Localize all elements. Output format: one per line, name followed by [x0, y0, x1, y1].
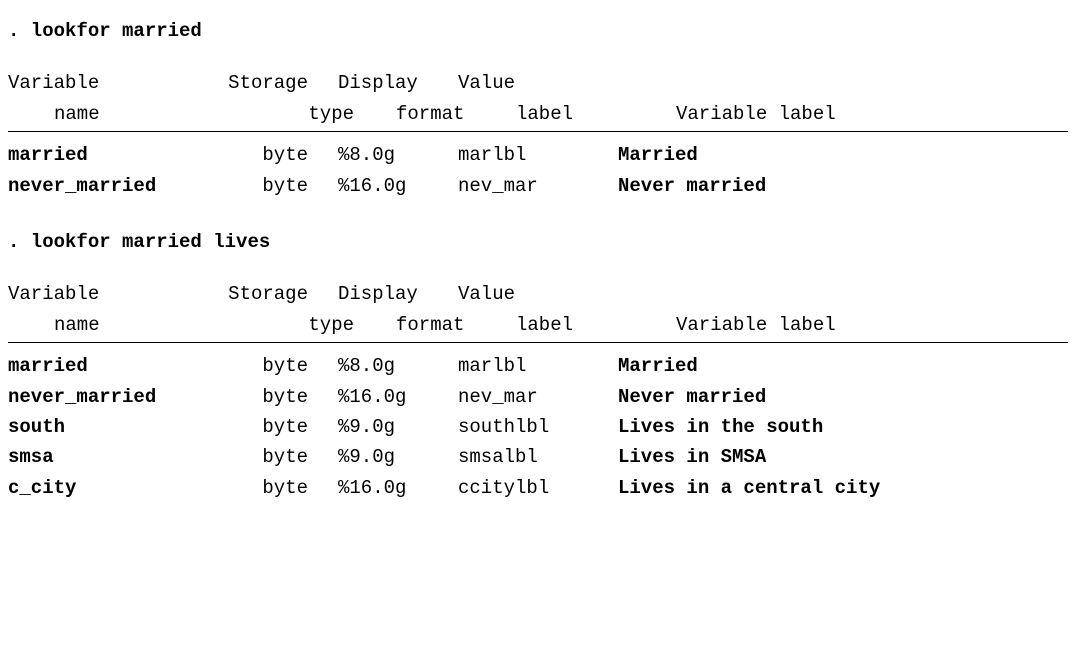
header-value: Value	[458, 279, 618, 309]
header-display: Display	[338, 68, 458, 98]
cell-varname: c_city	[8, 473, 198, 503]
cell-varlbl: Lives in a central city	[618, 473, 1068, 503]
table-header-row: Variable Storage Display Value	[8, 279, 1068, 309]
cell-format: %8.0g	[338, 351, 458, 381]
table-header-row: name type format label Variable label	[8, 310, 1068, 343]
cell-format: %9.0g	[338, 442, 458, 472]
header-varlbl-sub: Variable label	[676, 310, 1068, 340]
cell-varname: married	[8, 140, 198, 170]
header-varlbl-sub: Variable label	[676, 99, 1068, 129]
cell-vallbl: southlbl	[458, 412, 618, 442]
cell-type: byte	[198, 442, 338, 472]
header-varlbl	[618, 68, 1068, 98]
cell-varname: smsa	[8, 442, 198, 472]
header-format-sub: format	[384, 99, 516, 129]
cell-type: byte	[198, 171, 338, 201]
table-header-row: Variable Storage Display Value	[8, 68, 1068, 98]
cell-vallbl: marlbl	[458, 140, 618, 170]
cell-type: byte	[198, 473, 338, 503]
cell-varlbl: Never married	[618, 382, 1068, 412]
header-variable: Variable	[8, 279, 198, 309]
output-section-1: . lookfor married Variable Storage Displ…	[8, 16, 1068, 201]
cell-type: byte	[198, 351, 338, 381]
cell-type: byte	[198, 140, 338, 170]
header-name-sub: name	[8, 310, 244, 340]
table-row: married byte %8.0g marlbl Married	[8, 140, 1068, 170]
command-line: . lookfor married lives	[8, 227, 1068, 257]
header-type-sub: type	[244, 99, 384, 129]
cell-format: %9.0g	[338, 412, 458, 442]
cell-varlbl: Never married	[618, 171, 1068, 201]
header-varlbl	[618, 279, 1068, 309]
cell-vallbl: smsalbl	[458, 442, 618, 472]
cell-vallbl: nev_mar	[458, 171, 618, 201]
header-format-sub: format	[384, 310, 516, 340]
cell-varlbl: Lives in SMSA	[618, 442, 1068, 472]
table-row: c_city byte %16.0g ccitylbl Lives in a c…	[8, 473, 1068, 503]
cell-format: %16.0g	[338, 382, 458, 412]
header-display: Display	[338, 279, 458, 309]
cell-format: %16.0g	[338, 171, 458, 201]
cell-varlbl: Lives in the south	[618, 412, 1068, 442]
header-label-sub: label	[516, 310, 676, 340]
header-value: Value	[458, 68, 618, 98]
header-storage: Storage	[198, 68, 338, 98]
cell-format: %16.0g	[338, 473, 458, 503]
cell-varname: never_married	[8, 382, 198, 412]
table-row: never_married byte %16.0g nev_mar Never …	[8, 171, 1068, 201]
header-label-sub: label	[516, 99, 676, 129]
cell-varname: married	[8, 351, 198, 381]
table-row: south byte %9.0g southlbl Lives in the s…	[8, 412, 1068, 442]
command-line: . lookfor married	[8, 16, 1068, 46]
cell-type: byte	[198, 412, 338, 442]
header-variable: Variable	[8, 68, 198, 98]
cell-format: %8.0g	[338, 140, 458, 170]
header-name-sub: name	[8, 99, 244, 129]
cell-vallbl: nev_mar	[458, 382, 618, 412]
table-header-row: name type format label Variable label	[8, 99, 1068, 132]
cell-vallbl: marlbl	[458, 351, 618, 381]
cell-varlbl: Married	[618, 140, 1068, 170]
header-storage: Storage	[198, 279, 338, 309]
cell-varname: south	[8, 412, 198, 442]
table-row: smsa byte %9.0g smsalbl Lives in SMSA	[8, 442, 1068, 472]
cell-varname: never_married	[8, 171, 198, 201]
cell-varlbl: Married	[618, 351, 1068, 381]
output-section-2: . lookfor married lives Variable Storage…	[8, 227, 1068, 503]
table-row: never_married byte %16.0g nev_mar Never …	[8, 382, 1068, 412]
table-row: married byte %8.0g marlbl Married	[8, 351, 1068, 381]
cell-type: byte	[198, 382, 338, 412]
header-type-sub: type	[244, 310, 384, 340]
cell-vallbl: ccitylbl	[458, 473, 618, 503]
